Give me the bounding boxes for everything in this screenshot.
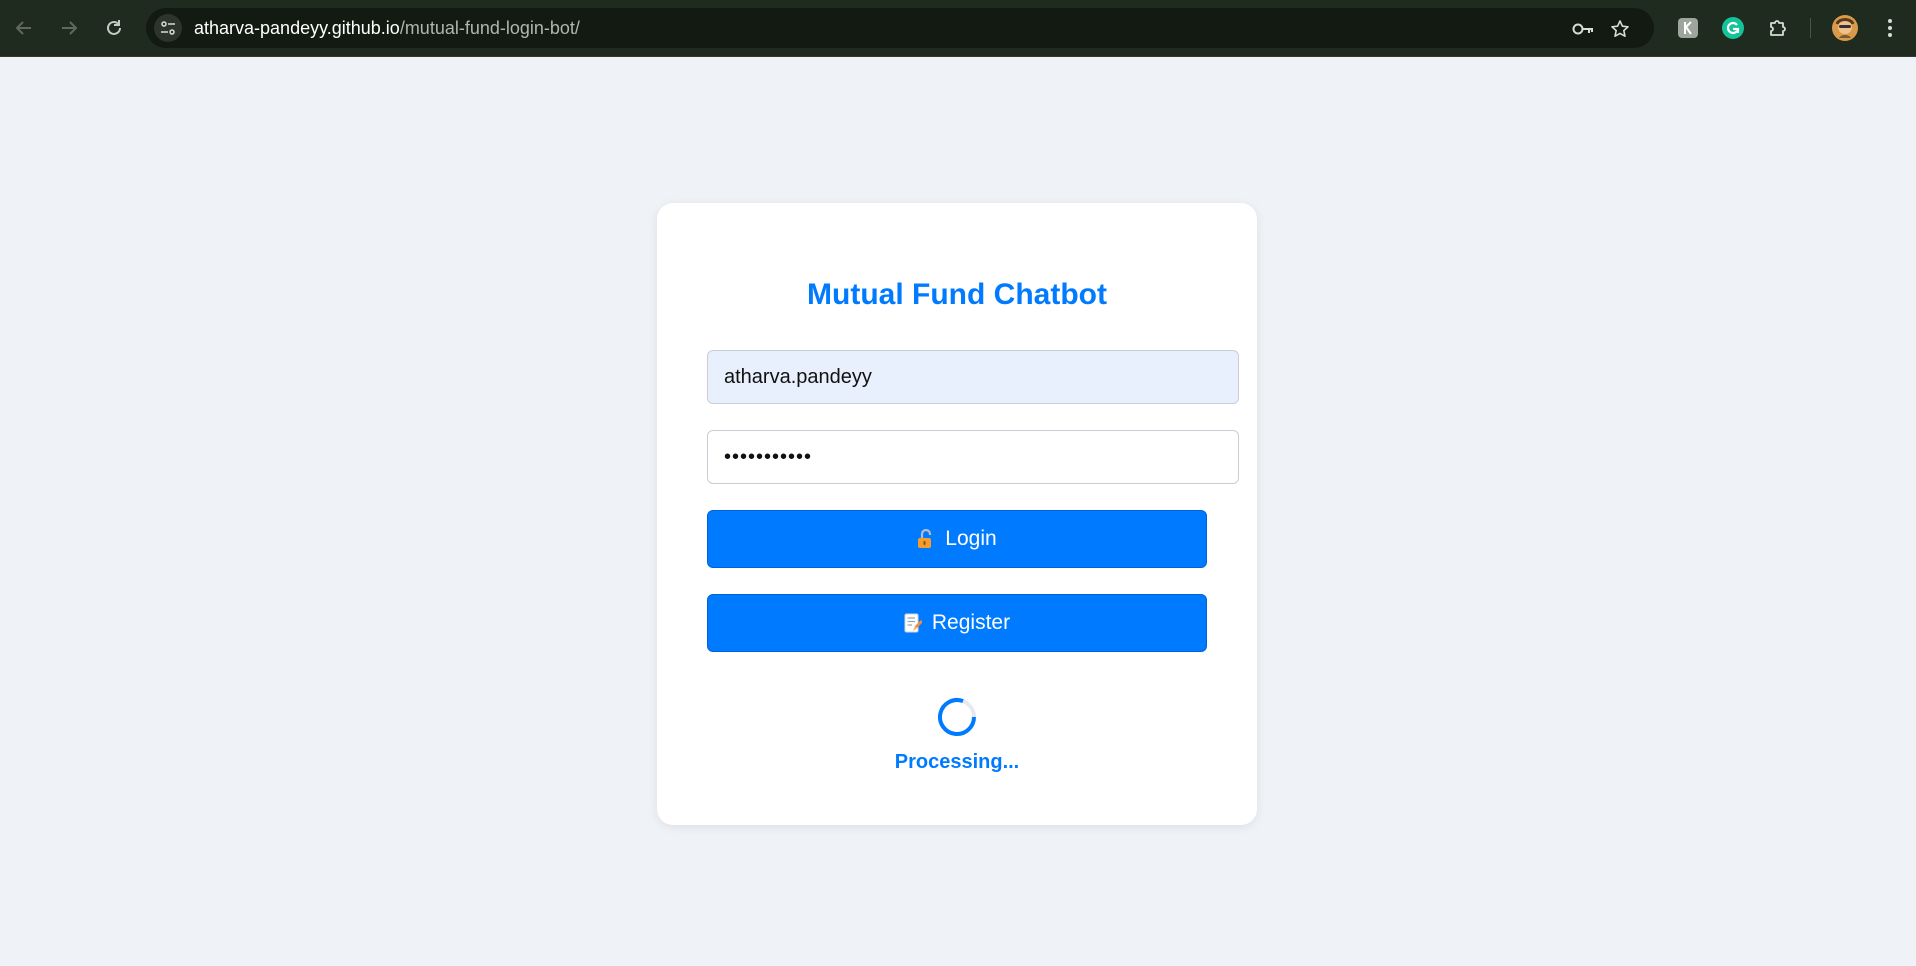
login-card: Mutual Fund Chatbot Login Register Proce… [657, 203, 1257, 825]
bookmark-button[interactable] [1609, 18, 1631, 40]
reload-icon [107, 20, 121, 35]
site-info-button[interactable] [154, 14, 182, 42]
extension-k-button[interactable] [1675, 15, 1701, 41]
key-icon [1572, 23, 1593, 35]
register-button-label: Register [931, 611, 1011, 634]
extension-k-icon [1678, 18, 1698, 38]
puzzle-icon [1770, 20, 1786, 36]
browser-toolbar: atharva-pandeyy.github.io/mutual-fund-lo… [0, 0, 1916, 57]
login-button[interactable]: Login [707, 510, 1207, 568]
profile-button[interactable] [1831, 14, 1859, 42]
register-button[interactable]: Register [707, 594, 1207, 652]
page-title: Mutual Fund Chatbot [807, 278, 1107, 311]
username-input[interactable] [707, 350, 1239, 404]
loading-spinner [938, 698, 976, 736]
reload-button[interactable] [100, 14, 128, 42]
site-settings-icon [161, 21, 175, 35]
unlocked-padlock-icon [918, 529, 932, 548]
address-bar[interactable]: atharva-pandeyy.github.io/mutual-fund-lo… [146, 8, 1654, 48]
forward-arrow-icon [62, 21, 78, 35]
url-path: /mutual-fund-login-bot/ [399, 18, 580, 38]
url-text[interactable]: atharva-pandeyy.github.io/mutual-fund-lo… [194, 18, 580, 39]
login-button-label: Login [945, 527, 997, 550]
back-button[interactable] [10, 14, 38, 42]
extensions-button[interactable] [1765, 15, 1791, 41]
grammarly-icon [1722, 17, 1744, 39]
grammarly-button[interactable] [1720, 15, 1746, 41]
password-manager-button[interactable] [1572, 18, 1594, 40]
memo-icon [904, 613, 922, 633]
password-input[interactable] [707, 430, 1239, 484]
kebab-menu-icon [1888, 19, 1892, 37]
forward-button[interactable] [55, 14, 83, 42]
browser-menu-button[interactable] [1877, 15, 1903, 41]
star-icon [1611, 20, 1629, 37]
status-text: Processing... [894, 751, 1020, 773]
toolbar-divider [1810, 18, 1811, 38]
back-arrow-icon [15, 21, 31, 35]
url-host: atharva-pandeyy.github.io [194, 18, 400, 38]
avatar [1832, 15, 1858, 41]
